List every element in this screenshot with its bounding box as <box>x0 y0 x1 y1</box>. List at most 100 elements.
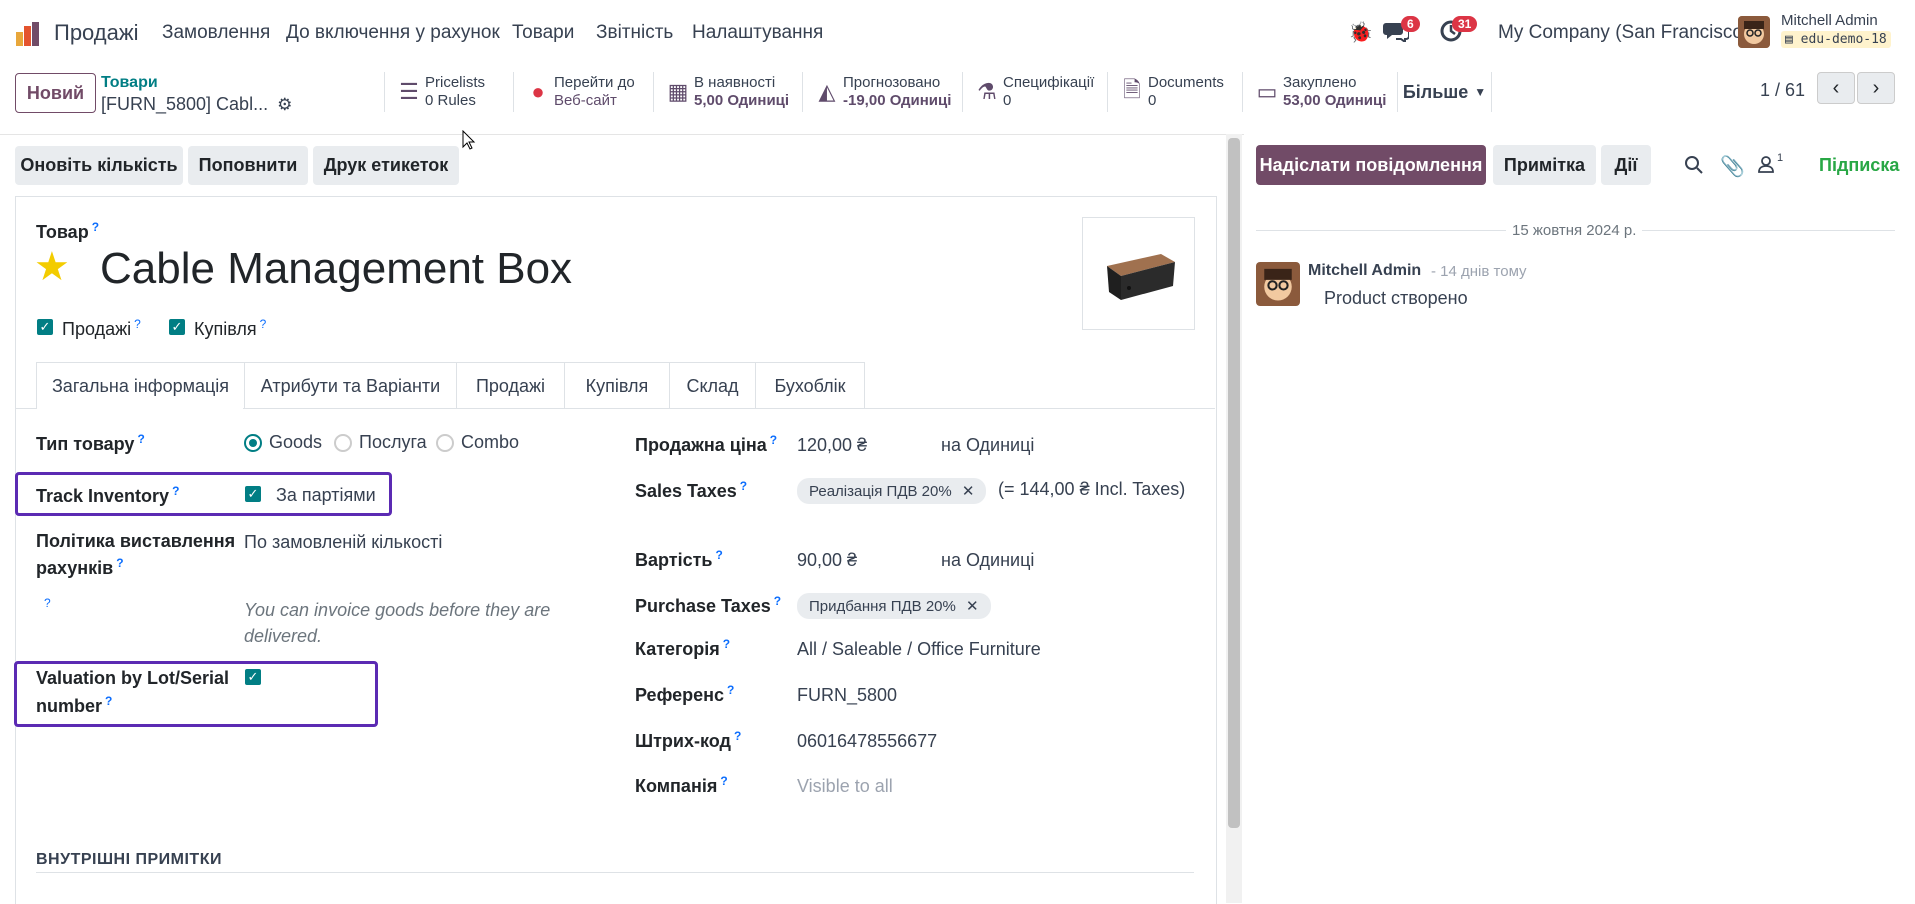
help-icon[interactable]: ? <box>740 479 747 493</box>
label-text: Тип товару <box>36 434 135 454</box>
invoice-policy-value[interactable]: По замовленій кількості <box>244 532 442 553</box>
smart-button-website[interactable]: ● Перейти до Веб-сайт <box>513 72 654 112</box>
label-text: Штрих-код <box>635 731 731 751</box>
log-note-button[interactable]: Примітка <box>1493 145 1596 185</box>
flask-icon: ⚗ <box>977 79 997 104</box>
smart-label: Documents <box>1148 74 1224 91</box>
menu-configuration[interactable]: Налаштування <box>692 22 823 44</box>
message-author-avatar[interactable] <box>1256 262 1300 306</box>
activities-button[interactable]: Дії <box>1601 145 1651 185</box>
smart-label: Прогнозовано <box>843 74 941 91</box>
tabs-divider <box>243 408 1215 409</box>
smart-value: 0 <box>1003 92 1012 109</box>
radio-goods-label[interactable]: Goods <box>269 432 322 453</box>
radio-goods[interactable] <box>244 434 262 452</box>
favorite-star-icon[interactable]: ★ <box>34 244 70 290</box>
tab-inventory[interactable]: Склад <box>669 362 756 409</box>
invoice-policy-label-line2: рахунків? <box>36 556 124 579</box>
purchase-taxes-label: Purchase Taxes? <box>635 594 781 617</box>
followers-count: 1 <box>1777 152 1784 164</box>
help-icon[interactable]: ? <box>134 317 141 331</box>
smart-button-bom[interactable]: ⚗ Специфікації 0 <box>962 72 1108 112</box>
remove-tag-icon[interactable]: ✕ <box>966 598 979 615</box>
mouse-cursor-icon <box>462 129 476 155</box>
paperclip-icon[interactable]: 📎 <box>1720 154 1745 179</box>
menu-to-invoice[interactable]: До включення у рахунок <box>286 22 500 44</box>
barcode-value[interactable]: 06016478556677 <box>797 731 937 752</box>
sale-price-uom: на Одиниці <box>941 435 1035 455</box>
pager-value[interactable]: 1 / 61 <box>1760 80 1805 101</box>
new-button[interactable]: Новий <box>15 73 96 113</box>
company-field[interactable]: Visible to all <box>797 776 893 797</box>
tab-general-info[interactable]: Загальна інформація <box>36 362 245 409</box>
radio-service[interactable] <box>334 434 352 452</box>
smart-button-on-hand[interactable]: ▦ В наявності 5,00 Одиниці <box>653 72 803 112</box>
tag-label: Придбання ПДВ 20% <box>809 598 956 615</box>
user-avatar[interactable] <box>1738 16 1770 48</box>
help-icon[interactable]: ? <box>723 637 730 651</box>
menu-reporting[interactable]: Звітність <box>596 22 673 44</box>
help-icon[interactable]: ? <box>770 433 777 447</box>
category-value[interactable]: All / Saleable / Office Furniture <box>797 639 1041 660</box>
sales-tax-tag[interactable]: Реалізація ПДВ 20% ✕ <box>797 478 987 504</box>
help-icon[interactable]: ? <box>116 556 123 570</box>
sale-price-value[interactable]: 120,00 ₴ <box>797 435 867 456</box>
update-quantity-button[interactable]: Оновіть кількість <box>15 146 183 185</box>
follow-button[interactable]: Підписка <box>1819 155 1899 176</box>
purchase-tax-tag[interactable]: Придбання ПДВ 20% ✕ <box>797 593 991 619</box>
tab-attributes-variants[interactable]: Атрибути та Варіанти <box>244 362 457 409</box>
top-navbar: Продажі Замовлення До включення у рахуно… <box>0 0 1915 67</box>
help-icon[interactable]: ? <box>92 220 99 234</box>
barcode-label: Штрих-код? <box>635 729 741 752</box>
search-icon[interactable] <box>1684 155 1704 180</box>
user-name[interactable]: Mitchell Admin <box>1781 12 1878 29</box>
smart-value: -19,00 Одиниці <box>843 92 952 109</box>
help-icon[interactable]: ? <box>720 774 727 788</box>
replenish-button[interactable]: Поповнити <box>188 146 308 185</box>
product-name[interactable]: Cable Management Box <box>100 244 572 294</box>
sale-price-label: Продажна ціна? <box>635 433 777 456</box>
help-icon[interactable]: ? <box>137 432 144 446</box>
help-icon[interactable]: ? <box>44 596 51 610</box>
radio-service-label[interactable]: Послуга <box>359 432 427 453</box>
help-icon[interactable]: ? <box>774 594 781 608</box>
debug-bug-icon[interactable]: 🐞 <box>1348 20 1373 45</box>
product-type-label: Тип товару? <box>36 432 145 455</box>
message-author[interactable]: Mitchell Admin <box>1308 262 1421 280</box>
followers-icon[interactable] <box>1757 155 1775 178</box>
radio-combo-label[interactable]: Combo <box>461 432 519 453</box>
gear-icon[interactable]: ⚙ <box>277 95 292 114</box>
purchase-checkbox[interactable]: ✓ <box>169 319 185 335</box>
tab-sales[interactable]: Продажі <box>456 362 565 409</box>
pager-next-button[interactable]: › <box>1857 72 1895 104</box>
pager-previous-button[interactable]: ‹ <box>1817 72 1855 104</box>
smart-button-forecast[interactable]: ◭ Прогнозовано -19,00 Одиниці <box>802 72 963 112</box>
tab-accounting[interactable]: Бухоблік <box>755 362 865 409</box>
product-image[interactable] <box>1082 217 1195 330</box>
app-name[interactable]: Продажі <box>54 20 138 46</box>
help-icon[interactable]: ? <box>727 683 734 697</box>
smart-button-documents[interactable]: 🗎 Documents 0 <box>1107 72 1243 112</box>
help-icon[interactable]: ? <box>734 729 741 743</box>
smart-button-pricelists[interactable]: ☰ Pricelists 0 Rules <box>384 72 514 112</box>
tab-purchase[interactable]: Купівля <box>564 362 670 409</box>
reference-value[interactable]: FURN_5800 <box>797 685 897 706</box>
more-button[interactable]: Більше ▼ <box>1397 72 1492 112</box>
menu-products[interactable]: Товари <box>512 22 574 44</box>
company-switcher[interactable]: My Company (San Francisco) <box>1498 22 1749 44</box>
smart-button-purchased[interactable]: ▭ Закуплено 53,00 Одиниці <box>1242 72 1398 112</box>
breadcrumb-parent[interactable]: Товари <box>101 74 158 92</box>
form-scrollbar-thumb[interactable] <box>1228 138 1240 828</box>
product-section-label: Товар? <box>36 220 99 243</box>
sales-checkbox[interactable]: ✓ <box>37 319 53 335</box>
send-message-button[interactable]: Надіслати повідомлення <box>1256 145 1486 185</box>
remove-tag-icon[interactable]: ✕ <box>962 483 975 500</box>
radio-combo[interactable] <box>436 434 454 452</box>
menu-orders[interactable]: Замовлення <box>162 22 270 44</box>
help-icon[interactable]: ? <box>715 548 722 562</box>
cost-value[interactable]: 90,00 ₴ <box>797 550 857 571</box>
activity-badge: 31 <box>1452 16 1478 32</box>
apps-menu-icon[interactable] <box>14 20 42 48</box>
print-labels-button[interactable]: Друк етикеток <box>313 146 459 185</box>
help-icon[interactable]: ? <box>260 317 267 331</box>
